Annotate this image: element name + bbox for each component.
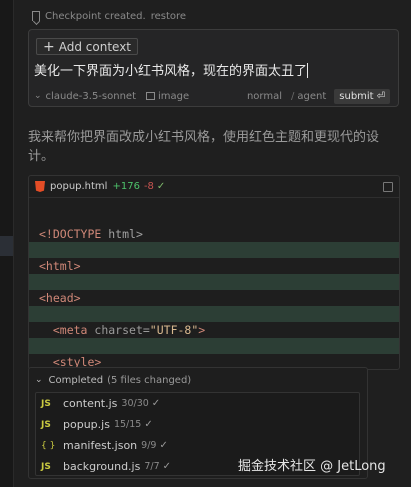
- list-item[interactable]: JS content.js 30/30 ✓: [36, 393, 359, 414]
- code-line: <html>: [39, 259, 81, 273]
- enter-icon: ⏎: [376, 90, 385, 102]
- left-activity-strip: [0, 0, 14, 487]
- file-name: background.js: [63, 460, 141, 473]
- active-indicator: [0, 236, 13, 256]
- mode-separator: /: [291, 90, 295, 102]
- code-line: <!DOCTYPE html>: [39, 227, 143, 241]
- watermark: 掘金技术社区 @ JetLong: [238, 459, 386, 474]
- model-selector[interactable]: claude-3.5-sonnet: [46, 91, 136, 102]
- html-file-icon: [35, 181, 45, 192]
- file-change-count: 7/7: [144, 461, 160, 472]
- lines-added: +176: [112, 181, 140, 192]
- add-context-button[interactable]: + Add context: [36, 38, 139, 55]
- submit-label: submit: [339, 90, 374, 102]
- check-icon: ✓: [156, 181, 166, 192]
- checkpoint-text: Checkpoint created.: [45, 10, 146, 22]
- check-icon: ✓: [162, 461, 172, 472]
- completed-label: Completed: [48, 374, 104, 386]
- add-context-label: Add context: [58, 39, 132, 54]
- completed-header[interactable]: ⌄ Completed (5 files changed): [29, 368, 367, 392]
- code-line-added: [29, 274, 399, 290]
- code-line: <head>: [39, 291, 81, 305]
- file-name: content.js: [63, 397, 118, 410]
- check-icon: ✓: [151, 398, 161, 409]
- file-change-count: 9/9: [141, 440, 157, 451]
- files-changed-count: (5 files changed): [107, 374, 192, 386]
- prompt-text: 美化一下界面为小红书风格，现在的界面太丑了: [34, 64, 308, 79]
- prompt-input[interactable]: 美化一下界面为小红书风格，现在的界面太丑了: [34, 60, 309, 79]
- file-diff-card: popup.html +176 -8 ✓ <!DOCTYPE html> <ht…: [28, 175, 400, 370]
- plus-icon: +: [43, 38, 55, 55]
- lines-removed: -8: [143, 181, 154, 192]
- chevron-down-icon[interactable]: ⌄: [34, 91, 42, 101]
- mode-normal[interactable]: normal: [247, 91, 282, 102]
- js-file-icon: JS: [41, 461, 51, 472]
- mode-agent[interactable]: agent: [297, 91, 326, 102]
- text-caret: [307, 63, 309, 78]
- submit-button[interactable]: submit ⏎: [334, 88, 390, 104]
- copy-icon[interactable]: [383, 181, 393, 192]
- checkpoint-bar: Checkpoint created. restore: [32, 8, 186, 24]
- assistant-response: 我来帮你把界面改成小红书风格，使用红色主题和更现代的设计。: [28, 130, 380, 164]
- composer-footer: ⌄ claude-3.5-sonnet image normal / agent…: [34, 88, 390, 104]
- chevron-down-icon: ⌄: [35, 375, 43, 385]
- file-name: manifest.json: [63, 439, 138, 452]
- check-icon: ✓: [159, 440, 168, 451]
- file-change-count: 30/30: [121, 398, 149, 409]
- list-item[interactable]: { } manifest.json 9/9 ✓: [36, 435, 359, 456]
- json-file-icon: { }: [41, 440, 56, 451]
- code-line-added: [29, 242, 399, 258]
- bookmark-icon: [32, 11, 40, 21]
- restore-link[interactable]: restore: [151, 11, 186, 22]
- file-name: popup.js: [63, 418, 110, 431]
- list-item[interactable]: JS popup.js 15/15 ✓: [36, 414, 359, 435]
- image-button[interactable]: image: [158, 91, 189, 102]
- js-file-icon: JS: [41, 398, 51, 409]
- file-diff-header[interactable]: popup.html +176 -8 ✓: [29, 176, 399, 198]
- diff-filename: popup.html: [50, 181, 108, 192]
- code-line-added: [29, 338, 399, 354]
- code-line: <meta charset="UTF-8">: [52, 323, 206, 337]
- image-icon[interactable]: [146, 92, 155, 100]
- js-file-icon: JS: [41, 419, 51, 430]
- check-icon: ✓: [144, 419, 153, 430]
- code-line-added: [29, 306, 399, 322]
- file-change-count: 15/15: [113, 419, 142, 430]
- composer-card[interactable]: + Add context 美化一下界面为小红书风格，现在的界面太丑了 ⌄ cl…: [28, 29, 399, 107]
